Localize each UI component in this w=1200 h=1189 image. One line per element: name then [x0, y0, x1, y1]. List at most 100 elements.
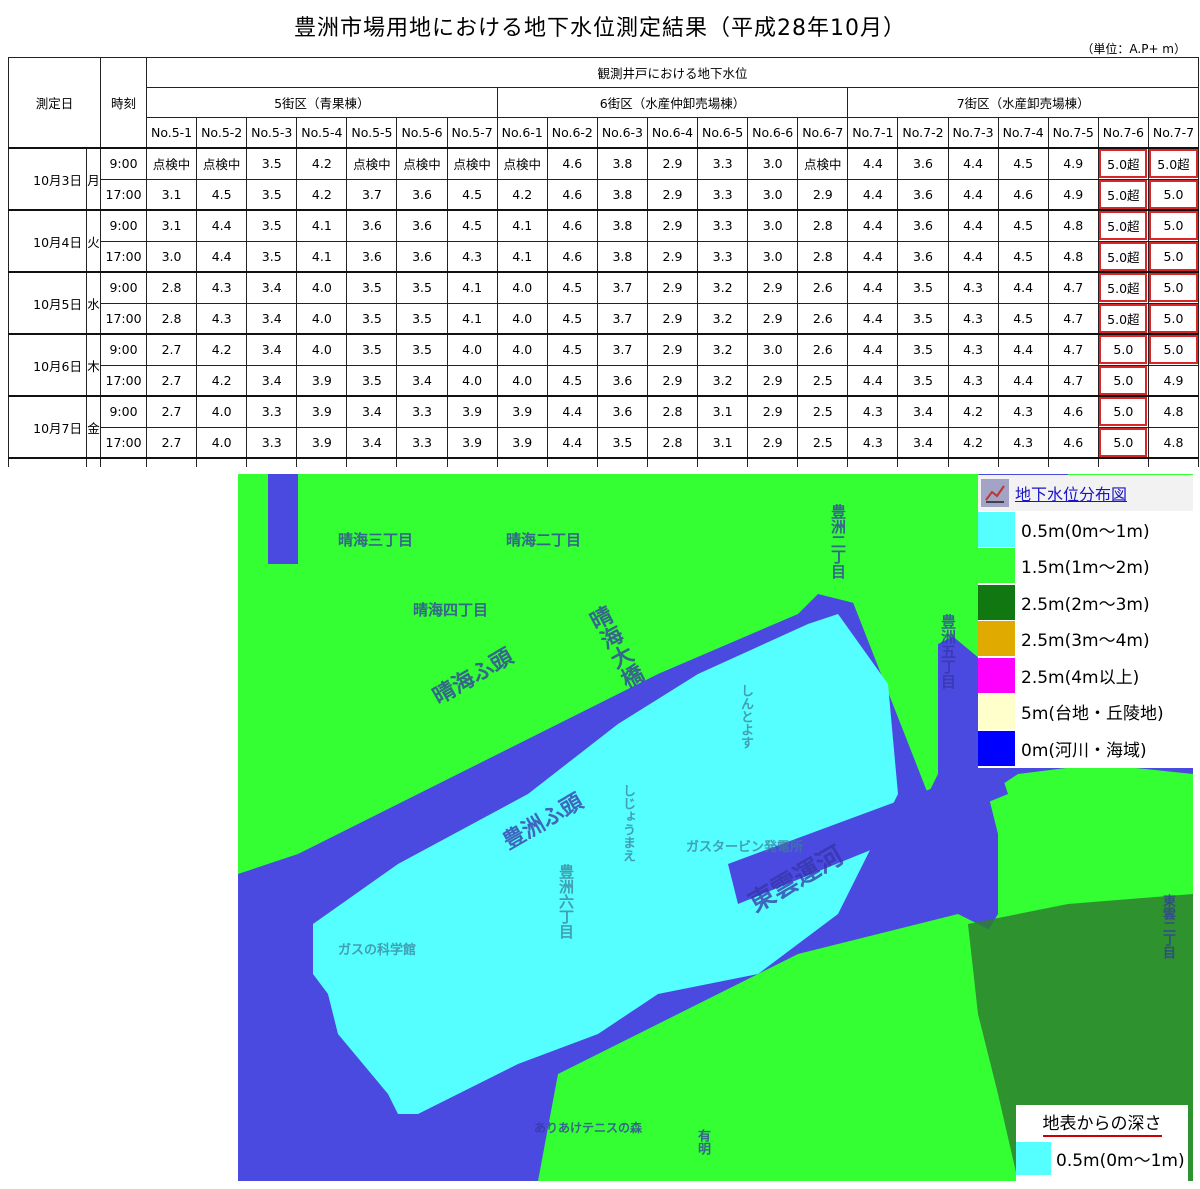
value-cell: 3.9	[496, 426, 548, 459]
value-cell: 4.3	[196, 271, 248, 304]
value-cell: 4.4	[847, 271, 899, 304]
legend-swatch	[978, 621, 1015, 657]
value-cell: 4.6	[1047, 395, 1099, 428]
time-cell: 17:00	[100, 302, 148, 335]
map-legend: 地下水位分布図 0.5m(0m～1m) 1.5m(1m～2m) 2.5m(2m～3m…	[978, 475, 1193, 768]
value-cell: 3.5	[246, 147, 298, 180]
value-cell: 3.0	[747, 209, 799, 242]
value-cell: 4.2	[947, 395, 999, 428]
value-cell: 4.4	[847, 364, 899, 397]
well-header: No.7-7	[1147, 117, 1200, 149]
value-cell: 3.9	[446, 395, 498, 428]
well-header: No.5-3	[246, 117, 298, 149]
value-cell: 5.0超	[1097, 209, 1149, 242]
value-cell: 4.4	[997, 364, 1049, 397]
chart-tool-icon[interactable]	[981, 479, 1009, 507]
well-header: No.7-1	[847, 117, 899, 149]
value-cell: 4.6	[546, 209, 598, 242]
value-cell: 5.0超	[1097, 147, 1149, 180]
value-cell: 5.0超	[1097, 302, 1149, 335]
value-cell: 5.0超	[1097, 240, 1149, 273]
empty-cell	[296, 457, 348, 467]
value-cell: 4.7	[1047, 364, 1099, 397]
value-cell: 2.9	[646, 364, 699, 397]
page-title: 豊洲市場用地における地下水位測定結果（平成28年10月）	[294, 16, 906, 41]
value-cell: 4.9	[1047, 147, 1099, 180]
value-cell: 4.5	[196, 178, 248, 211]
empty-cell	[246, 457, 298, 467]
empty-cell	[496, 457, 548, 467]
table-row: 10月7日金 9:00 2.7 4.0 3.3 3.9 3.4 3.3 3.9 3.9 4.4 3.6…	[8, 395, 1200, 459]
value-cell: 4.5	[446, 209, 498, 242]
well-header: No.6-2	[546, 117, 598, 149]
value-cell: 4.3	[196, 302, 248, 335]
empty-cell	[346, 457, 398, 467]
legend-item: 2.5m(3m～4m)	[978, 621, 1193, 658]
value-cell: 4.8	[1047, 240, 1099, 273]
legend-header[interactable]: 地下水位分布図	[978, 475, 1193, 511]
table-row: 10月3日月 9:00 点検中 点検中 3.5 4.2 点検中 点検中 点検中 点検中 4.6 3.8…	[8, 147, 1200, 211]
empty-cell	[596, 457, 648, 467]
value-cell: 3.5	[897, 333, 949, 366]
value-cell: 4.6	[546, 147, 598, 180]
value-cell: 2.9	[646, 209, 699, 242]
label-toyosu5: 豊洲五丁目	[939, 614, 957, 689]
value-cell: 3.5	[396, 333, 448, 366]
value-cell: 4.3	[997, 395, 1049, 428]
depth-legend-heading: 地表からの深さ	[1042, 1114, 1162, 1137]
value-cell: 4.5	[546, 271, 598, 304]
value-cell: 3.3	[697, 147, 749, 180]
date-cell: 10月4日	[8, 209, 87, 273]
value-cell: 4.4	[847, 147, 899, 180]
value-cell: 4.7	[1047, 302, 1099, 335]
value-cell: 4.2	[947, 426, 999, 459]
value-cell: 4.0	[296, 302, 348, 335]
value-cell: 3.8	[596, 209, 648, 242]
empty-cell	[85, 457, 102, 467]
value-cell: 3.0	[747, 147, 799, 180]
table-row: 17:00 2.7 4.0 3.3 3.9 3.4 3.3 3.9 3.9 4.4 3.5 2.8 3.…	[9, 426, 1200, 459]
value-cell: 2.8	[797, 240, 849, 273]
value-cell: 2.5	[797, 395, 849, 428]
date-cell: 10月7日	[8, 395, 87, 459]
value-cell: 4.0	[196, 395, 248, 428]
depth-legend-label: 0.5m(0m～1m)	[1056, 1151, 1185, 1171]
label-toyosu2: 豊洲二丁目	[829, 504, 847, 579]
legend-label: 1.5m(1m～2m)	[1021, 558, 1150, 579]
value-cell: 4.0	[446, 333, 498, 366]
value-cell: 4.2	[196, 333, 248, 366]
value-cell: 4.5	[546, 333, 598, 366]
value-cell: 点検中	[396, 147, 448, 180]
label-gas-turbine: ガスタービン発電所	[686, 840, 804, 855]
table-row: 17:00 2.7 4.2 3.4 3.9 3.5 3.4 4.0 4.0 4.5 3.6 2.9 3.…	[9, 364, 1200, 397]
value-cell: 3.6	[897, 209, 949, 242]
value-cell: 5.0	[1097, 395, 1149, 428]
value-cell: 4.6	[546, 240, 598, 273]
zone-header-7: 7街区（水産卸売場棟）	[847, 87, 1200, 118]
empty-cell	[196, 457, 248, 467]
value-cell: 3.8	[596, 240, 648, 273]
value-cell: 5.0超	[1097, 271, 1149, 304]
well-header: No.6-3	[596, 117, 648, 149]
value-cell: 3.0	[747, 333, 799, 366]
legend-title-link[interactable]: 地下水位分布図	[1015, 481, 1127, 505]
value-cell: 4.0	[296, 333, 348, 366]
value-cell: 4.1	[446, 302, 498, 335]
value-cell: 3.5	[246, 240, 298, 273]
legend-swatch	[978, 548, 1015, 584]
value-cell: 2.7	[146, 364, 198, 397]
well-header: No.7-2	[897, 117, 949, 149]
value-cell: 4.3	[446, 240, 498, 273]
value-cell: 3.2	[697, 302, 749, 335]
value-cell: 4.8	[1047, 209, 1099, 242]
value-cell: 4.3	[947, 302, 999, 335]
value-cell: 3.4	[897, 395, 949, 428]
value-cell: 3.6	[396, 209, 448, 242]
value-cell: 3.0	[146, 240, 198, 273]
well-header: No.6-5	[697, 117, 749, 149]
value-cell: 4.5	[546, 364, 598, 397]
label-toyosu6: 豊洲六丁目	[557, 864, 575, 939]
time-cell: 17:00	[100, 240, 148, 273]
left-land	[238, 584, 258, 784]
empty-cell	[1147, 457, 1200, 467]
